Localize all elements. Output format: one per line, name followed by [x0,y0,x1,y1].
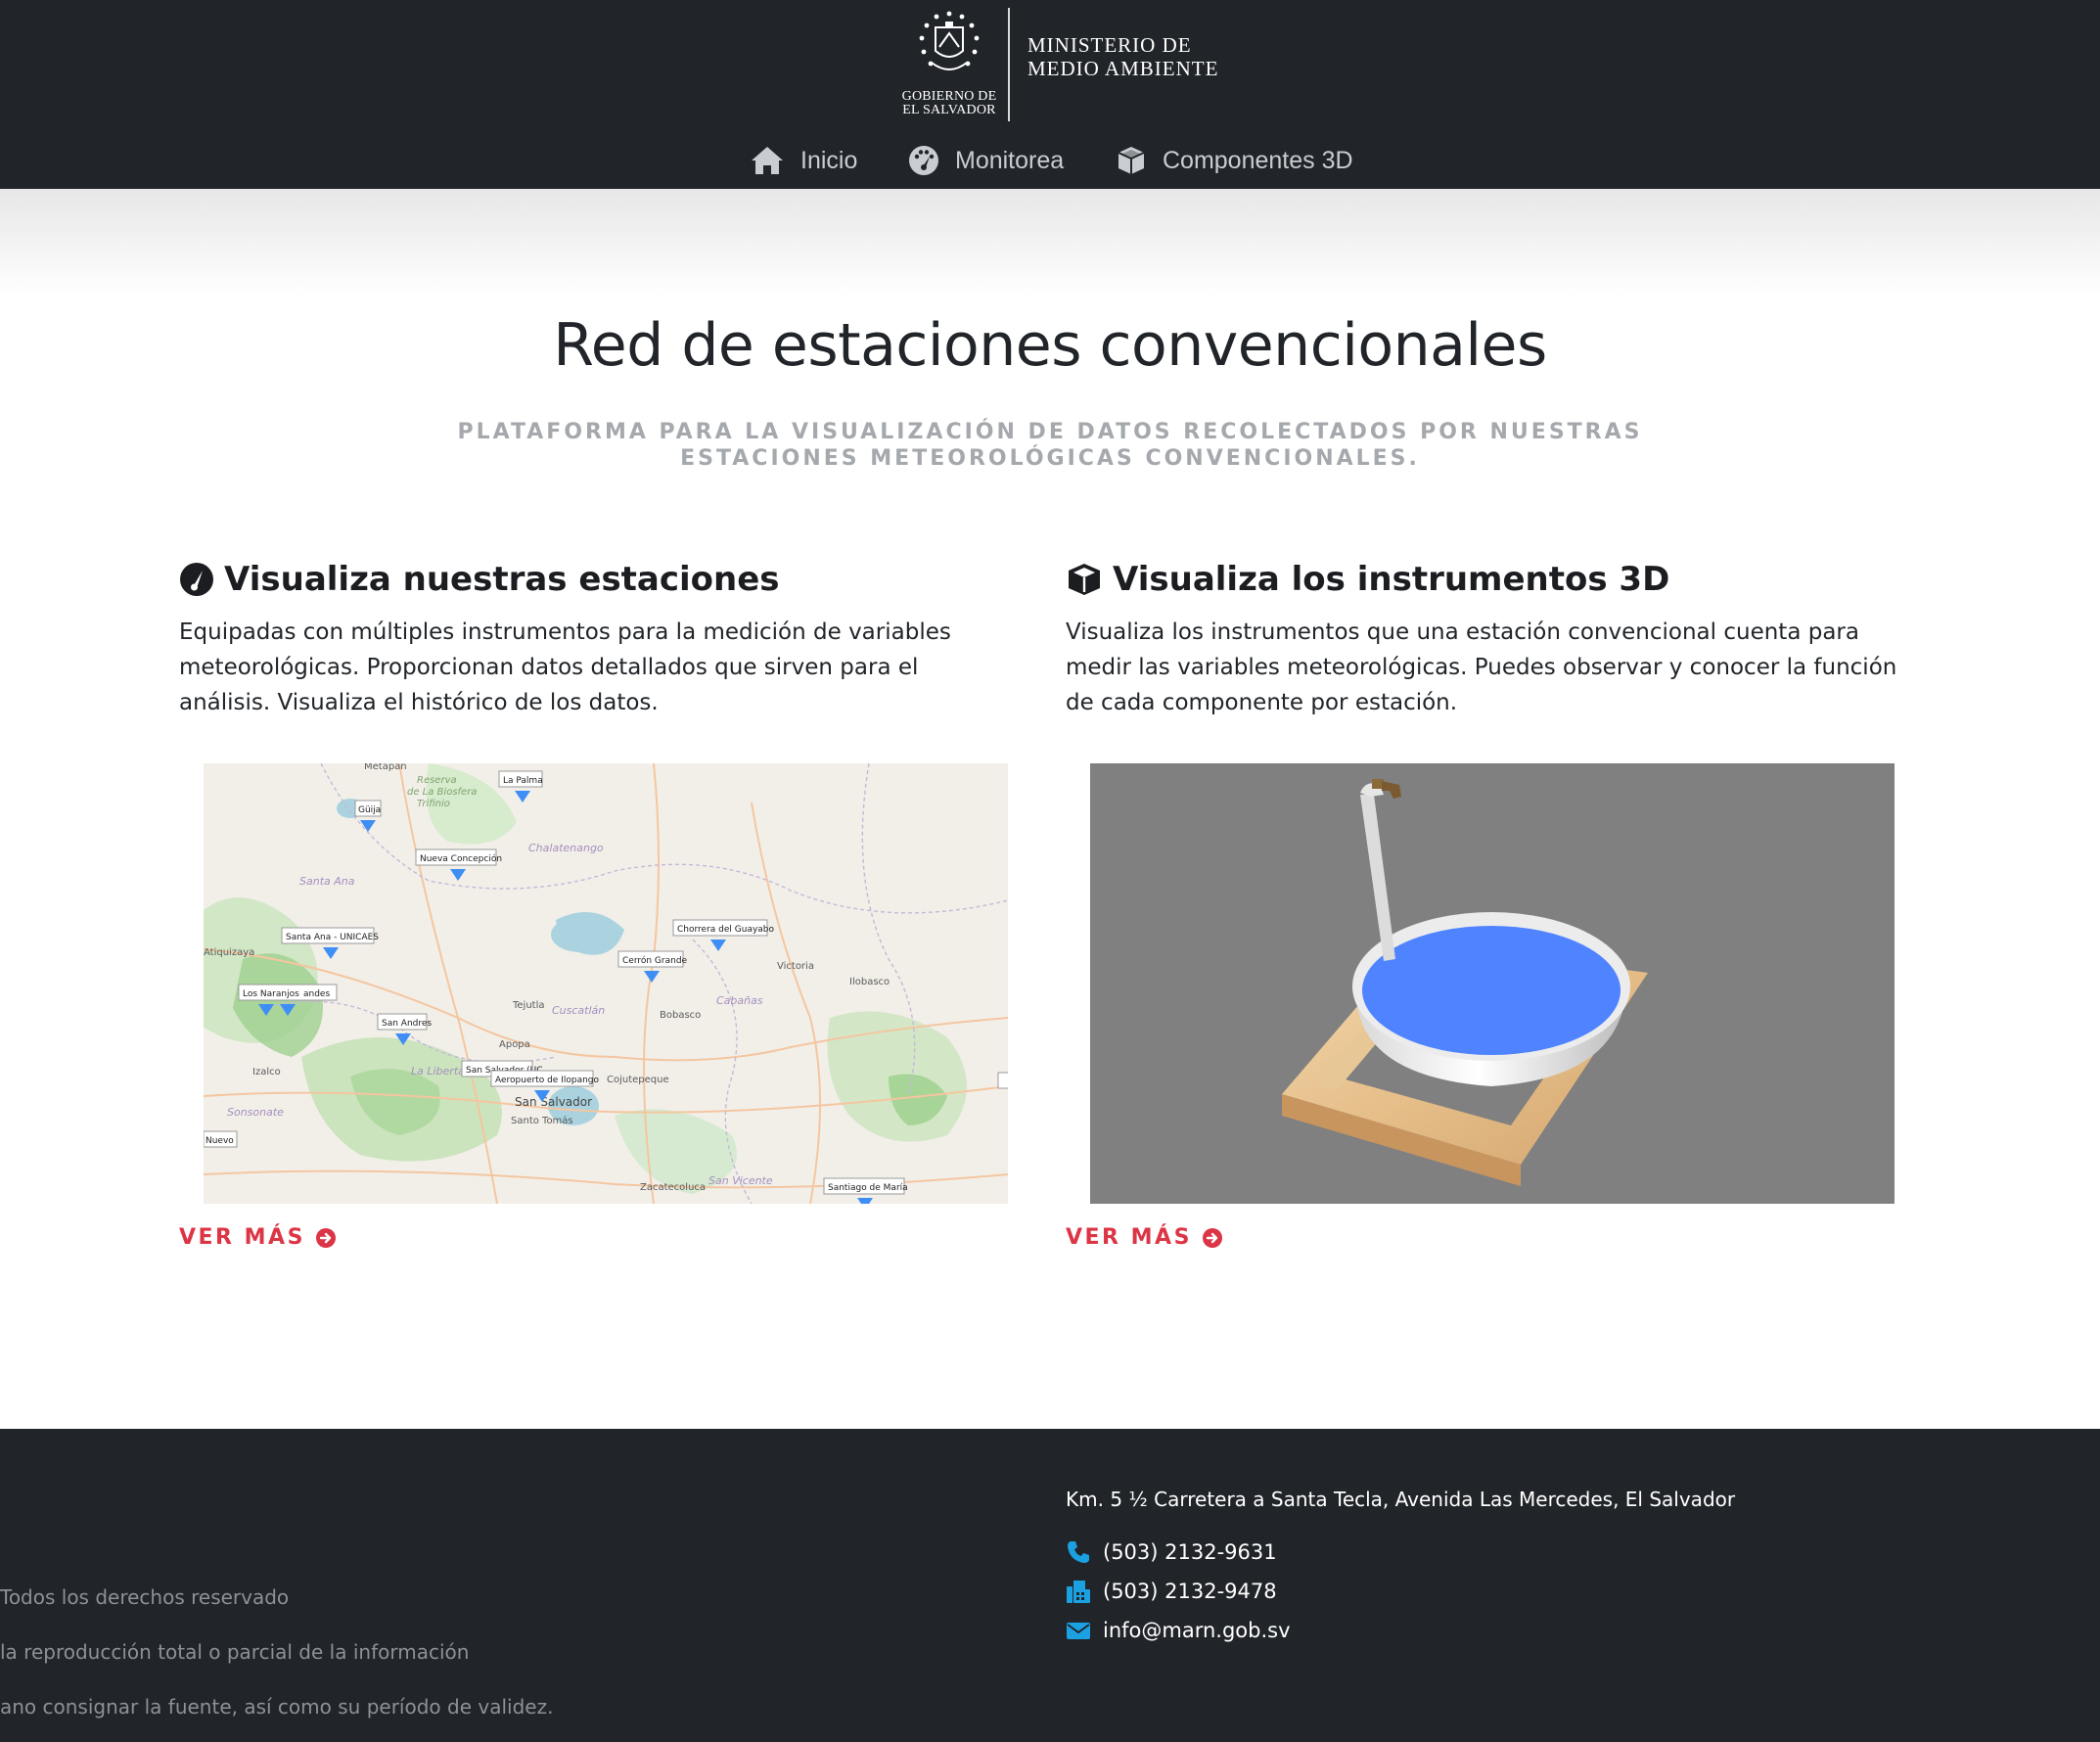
svg-text:Güija: Güija [358,805,381,815]
map-place-label: Izalco [252,1067,281,1077]
arrow-circle-right-icon [1202,1227,1222,1248]
gov-line-1: GOBIERNO DE [901,89,997,104]
ver-mas-label: VER MÁS [179,1225,305,1250]
coat-of-arms-icon [919,11,980,70]
footer-legal-line: la reproducción total o parcial de la in… [0,1640,470,1664]
contact-fax[interactable]: (503) 2132-9478 [1066,1572,1735,1611]
svg-text:La Palma: La Palma [503,776,543,786]
section-heading-instrumentos: Visualiza los instrumentos 3D [1066,556,1897,603]
logo-divider [1008,8,1010,121]
government-logo[interactable]: GOBIERNO DE EL SALVADOR MINISTERIO DE ME… [894,8,1247,123]
section-estaciones: Visualiza nuestras estaciones Equipadas … [179,556,1011,720]
map-place-label: Trifinio [417,799,450,809]
instrument-3d-viewer[interactable] [1090,763,1895,1204]
nav-item-inicio[interactable]: Inicio [750,137,857,184]
map-place-label: Santa Ana [299,875,355,888]
svg-text:andes: andes [303,989,330,999]
home-icon [752,147,783,174]
map-place-label: Metapán [364,763,407,772]
ministry-line-2: MEDIO AMBIENTE [1027,57,1219,80]
section-heading-estaciones: Visualiza nuestras estaciones [179,556,1011,603]
envelope-icon [1067,1623,1090,1639]
section-description: Visualiza los instrumentos que una estac… [1066,619,1897,715]
gov-line-2: EL SALVADOR [902,103,996,117]
header-shadow [0,189,2100,297]
ministry-line-1: MINISTERIO DE [1027,33,1192,57]
ver-mas-label: VER MÁS [1066,1225,1192,1250]
nav-label-componentes-3d: Componentes 3D [1163,146,1353,174]
svg-text:San Andres: San Andres [382,1019,432,1029]
footer-address: Km. 5 ½ Carretera a Santa Tecla, Avenida… [1066,1488,1736,1511]
site-header: GOBIERNO DE EL SALVADOR MINISTERIO DE ME… [0,0,2100,189]
section-instrumentos-3d: Visualiza los instrumentos 3D Visualiza … [1066,556,1897,720]
map-place-label: Tejutla [512,1000,545,1011]
phone-icon [1068,1541,1089,1563]
svg-text:Los Naranjos: Los Naranjos [243,989,299,999]
rain-gauge-3d-model [1090,763,1895,1204]
section-heading-text: Visualiza nuestras estaciones [224,560,780,599]
footer-contact: Km. 5 ½ Carretera a Santa Tecla, Avenida… [1066,1488,1735,1650]
map-place-label: Apopa [499,1039,530,1050]
contact-phone[interactable]: (503) 2132-9631 [1066,1533,1735,1572]
svg-text:Nuevo: Nuevo [205,1136,234,1146]
page-title: Red de estaciones convencionales [553,311,1547,380]
map-place-label: Zacatecoluca [640,1182,706,1193]
map-place-label: Sonsonate [227,1106,284,1119]
footer-legal-line: Todos los derechos reservado [0,1585,290,1609]
map-place-label: Cojutepeque [607,1075,669,1085]
nav-label-inicio: Inicio [800,146,858,174]
map-place-label: Cuscatlán [552,1004,605,1017]
government-text: GOBIERNO DE EL SALVADOR [894,90,1004,117]
gauge-icon [180,563,213,596]
map-place-label: Bobasco [660,1010,701,1021]
nav-label-monitorea: Monitorea [955,146,1065,174]
page-subtitle: PLATAFORMA PARA LA VISUALIZACIÓN DE DATO… [457,420,1643,471]
map-place-label: Chalatenango [528,842,604,854]
map-place-label: Santo Tomás [511,1115,573,1126]
svg-text:Santiago de María: Santiago de María [828,1183,908,1193]
map-place-label: Atiquizaya [204,947,254,958]
svg-text:Santa Ana - UNICAES: Santa Ana - UNICAES [286,933,379,942]
cube-icon [1118,147,1145,174]
map-place-label: Cabañas [716,994,763,1007]
nav-item-componentes-3d[interactable]: Componentes 3D [1116,137,1353,184]
contact-email[interactable]: info@marn.gob.sv [1066,1611,1735,1650]
map-place-label: San Vicente [708,1174,773,1187]
svg-text:Chorrera del Guayabo: Chorrera del Guayabo [677,925,775,935]
arrow-circle-right-icon [315,1227,336,1248]
cube-icon [1069,564,1100,595]
fax-icon [1067,1581,1090,1603]
phone-number: (503) 2132-9631 [1103,1540,1277,1564]
section-heading-text: Visualiza los instrumentos 3D [1113,560,1670,599]
stations-map[interactable]: Reserva de La Biosfera Trifinio Chalaten… [204,763,1008,1204]
fax-number: (503) 2132-9478 [1103,1580,1277,1603]
map-canvas: Reserva de La Biosfera Trifinio Chalaten… [204,763,1008,1204]
station-marker-nuevo: Nuevo [204,1130,238,1148]
svg-text:Aeropuerto de Ilopango: Aeropuerto de Ilopango [495,1076,600,1085]
dashboard-gauge-icon [909,146,938,175]
section-description: Equipadas con múltiples instrumentos par… [179,619,951,715]
site-footer: Todos los derechos reservado la reproduc… [0,1429,2100,1742]
email-address: info@marn.gob.sv [1103,1619,1291,1642]
map-place-label: Reserva [417,775,457,786]
ministry-name: MINISTERIO DE MEDIO AMBIENTE [1027,33,1218,80]
svg-text:Cerrón Grande: Cerrón Grande [622,955,688,966]
ver-mas-instrumentos-link[interactable]: VER MÁS [1066,1225,1223,1250]
map-place-label: Victoria [777,961,814,972]
svg-text:Nueva Concepción: Nueva Concepción [420,853,502,864]
map-place-label: de La Biosfera [407,787,477,798]
map-place-label: Ilobasco [849,977,890,987]
footer-legal-line: ano consignar la fuente, así como su per… [0,1695,554,1719]
nav-item-monitorea[interactable]: Monitorea [908,137,1064,184]
map-place-label: San Salvador [515,1095,592,1109]
main-nav: Inicio Monitorea Componentes 3D [0,137,2100,184]
ver-mas-estaciones-link[interactable]: VER MÁS [179,1225,337,1250]
